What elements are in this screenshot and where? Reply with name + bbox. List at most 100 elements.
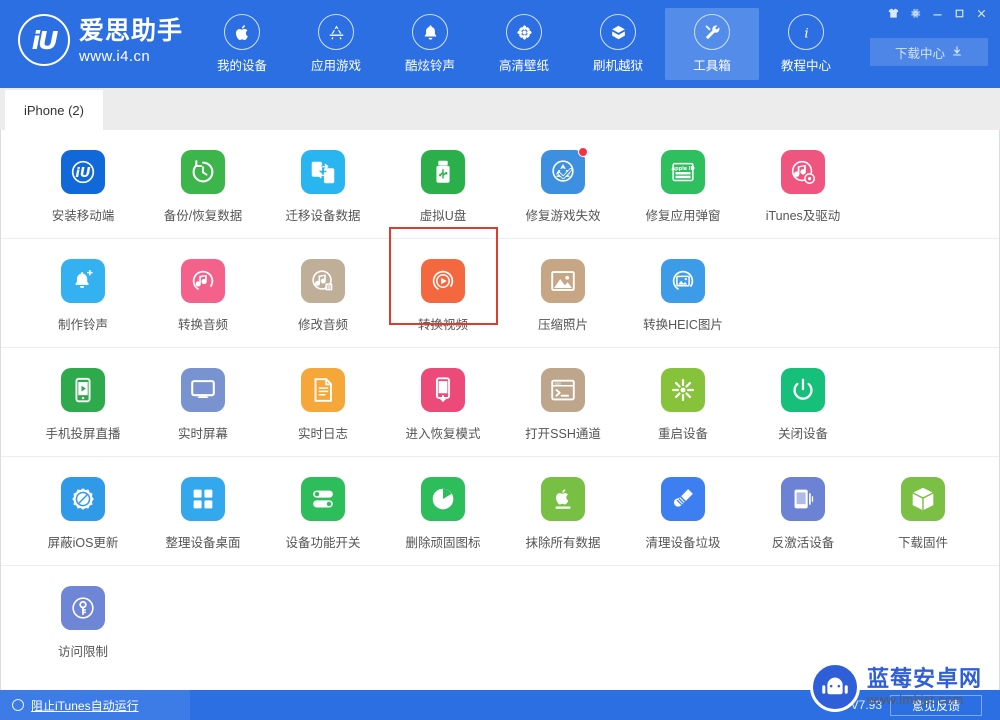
toolbox-row: iU 安装移动端 备份/恢复数据 迁移设备数据 虚拟U盘 修复游戏失效 Appl… xyxy=(1,130,999,239)
tool-install-mobile[interactable]: iU 安装移动端 xyxy=(23,130,143,238)
tool-label: 屏蔽iOS更新 xyxy=(47,536,119,550)
nav-item-wallpapers[interactable]: 高清壁纸 xyxy=(477,8,571,80)
i4-assistant-window: iU 爱思助手 www.i4.cn 我的设备 应用游戏 酷炫铃声 高清壁纸 刷机… xyxy=(0,0,1000,720)
tool-download-firmware[interactable]: 下载固件 xyxy=(863,457,983,565)
tool-clean-junk[interactable]: 清理设备垃圾 xyxy=(623,457,743,565)
tool-label: 虚拟U盘 xyxy=(419,209,467,223)
tool-ssh-channel[interactable]: SSH 打开SSH通道 xyxy=(503,348,623,456)
tool-feature-toggle[interactable]: 设备功能开关 xyxy=(263,457,383,565)
backup-restore-icon xyxy=(181,150,225,194)
logo-mark: iU xyxy=(31,25,59,55)
tool-shutdown-device[interactable]: 关闭设备 xyxy=(743,348,863,456)
tool-edit-audio[interactable]: 自 修改音频 xyxy=(263,239,383,347)
notification-badge xyxy=(578,147,588,157)
maximize-icon[interactable] xyxy=(948,2,970,24)
tool-convert-audio[interactable]: 转换音频 xyxy=(143,239,263,347)
live-log-icon xyxy=(301,368,345,412)
window-controls xyxy=(882,2,992,24)
tool-label: 实时屏幕 xyxy=(177,427,228,441)
toolbox-row: 访问限制 xyxy=(1,566,999,674)
tool-itunes-driver[interactable]: iTunes及驱动 xyxy=(743,130,863,238)
tool-deactivate-device[interactable]: 反激活设备 xyxy=(743,457,863,565)
nav-item-my-device[interactable]: 我的设备 xyxy=(195,8,289,80)
migrate-data-icon xyxy=(301,150,345,194)
nav-item-ringtones[interactable]: 酷炫铃声 xyxy=(383,8,477,80)
svg-text:iU: iU xyxy=(75,166,90,181)
feedback-button[interactable]: 意见反馈 xyxy=(890,695,982,716)
svg-text:自: 自 xyxy=(326,283,332,291)
tool-label: 手机投屏直播 xyxy=(45,427,121,441)
tool-label: 修复应用弹窗 xyxy=(645,209,721,223)
recovery-mode-icon xyxy=(421,368,465,412)
tool-label: 设备功能开关 xyxy=(285,536,361,550)
tool-make-ringtone[interactable]: 制作铃声 xyxy=(23,239,143,347)
tool-fix-game[interactable]: 修复游戏失效 xyxy=(503,130,623,238)
bell-icon xyxy=(412,14,448,50)
tool-label: 备份/恢复数据 xyxy=(163,209,243,223)
tool-screen-cast[interactable]: 手机投屏直播 xyxy=(23,348,143,456)
tool-remove-stubborn-icon[interactable]: 删除顽固图标 xyxy=(383,457,503,565)
brand-text: 爱思助手 www.i4.cn xyxy=(79,17,183,64)
erase-data-icon xyxy=(541,477,585,521)
tool-convert-video[interactable]: 转换视频 xyxy=(383,227,503,347)
radio-icon xyxy=(12,699,24,711)
nav-item-apps-games[interactable]: 应用游戏 xyxy=(289,8,383,80)
tab-iphone[interactable]: iPhone (2) xyxy=(5,90,103,130)
tool-access-restriction[interactable]: 访问限制 xyxy=(23,566,143,674)
download-center-label: 下载中心 xyxy=(894,46,945,61)
nav-label: 高清壁纸 xyxy=(498,59,549,73)
tool-block-ios-update[interactable]: 屏蔽iOS更新 xyxy=(23,457,143,565)
apple-icon xyxy=(224,14,260,50)
theme-icon[interactable] xyxy=(882,2,904,24)
tool-label: 抹除所有数据 xyxy=(525,536,601,550)
toolbox-row: 手机投屏直播 实时屏幕 实时日志 进入恢复模式 SSH 打开SSH通道 重启设备… xyxy=(1,348,999,457)
gear-icon[interactable] xyxy=(904,2,926,24)
close-icon[interactable] xyxy=(970,2,992,24)
svg-text:i: i xyxy=(804,26,808,41)
tool-label: 转换音频 xyxy=(177,318,228,332)
clean-junk-icon xyxy=(661,477,705,521)
tool-live-log[interactable]: 实时日志 xyxy=(263,348,383,456)
brand-logo[interactable]: iU 爱思助手 www.i4.cn xyxy=(18,14,183,66)
tool-convert-heic[interactable]: 转换HEIC图片 xyxy=(623,239,743,347)
organize-desktop-icon xyxy=(181,477,225,521)
tool-label: 修改音频 xyxy=(297,318,348,332)
nav-item-toolbox[interactable]: 工具箱 xyxy=(665,8,759,80)
tool-backup-restore[interactable]: 备份/恢复数据 xyxy=(143,130,263,238)
tool-erase-all-data[interactable]: 抹除所有数据 xyxy=(503,457,623,565)
tool-recovery-mode[interactable]: 进入恢复模式 xyxy=(383,348,503,456)
feedback-label: 意见反馈 xyxy=(911,699,960,713)
tool-fix-app-popup[interactable]: Apple ID 修复应用弹窗 xyxy=(623,130,743,238)
reboot-device-icon xyxy=(661,368,705,412)
nav-label: 工具箱 xyxy=(693,59,731,73)
version-label: V7.93 xyxy=(850,698,882,712)
nav-label: 刷机越狱 xyxy=(592,59,643,73)
tool-label: iTunes及驱动 xyxy=(765,209,841,223)
download-firmware-icon xyxy=(901,477,945,521)
minimize-icon[interactable] xyxy=(926,2,948,24)
nav-label: 教程中心 xyxy=(780,59,831,73)
tool-organize-desktop[interactable]: 整理设备桌面 xyxy=(143,457,263,565)
tool-compress-photo[interactable]: 压缩照片 xyxy=(503,239,623,347)
itunes-driver-icon xyxy=(781,150,825,194)
tool-label: 删除顽固图标 xyxy=(405,536,481,550)
tool-migrate-data[interactable]: 迁移设备数据 xyxy=(263,130,383,238)
convert-heic-icon xyxy=(661,259,705,303)
tool-reboot-device[interactable]: 重启设备 xyxy=(623,348,743,456)
tool-label: 重启设备 xyxy=(657,427,708,441)
app-header: iU 爱思助手 www.i4.cn 我的设备 应用游戏 酷炫铃声 高清壁纸 刷机… xyxy=(0,0,1000,88)
nav-item-flash-jailbreak[interactable]: 刷机越狱 xyxy=(571,8,665,80)
block-itunes-toggle[interactable]: 阻止iTunes自动运行 xyxy=(0,690,190,720)
nav-label: 酷炫铃声 xyxy=(404,59,455,73)
appstore-icon xyxy=(318,14,354,50)
toolbox-grid: iU 安装移动端 备份/恢复数据 迁移设备数据 虚拟U盘 修复游戏失效 Appl… xyxy=(0,130,1000,690)
tool-virtual-usb[interactable]: 虚拟U盘 xyxy=(383,130,503,238)
apple-id-icon: Apple ID xyxy=(661,150,705,194)
tool-label: 修复游戏失效 xyxy=(525,209,601,223)
download-center-button[interactable]: 下载中心 xyxy=(870,38,988,66)
tool-label: 整理设备桌面 xyxy=(165,536,241,550)
nav-item-tutorials[interactable]: i 教程中心 xyxy=(759,8,853,80)
flower-icon xyxy=(506,14,542,50)
svg-text:Apple ID: Apple ID xyxy=(671,166,694,172)
tool-live-screen[interactable]: 实时屏幕 xyxy=(143,348,263,456)
